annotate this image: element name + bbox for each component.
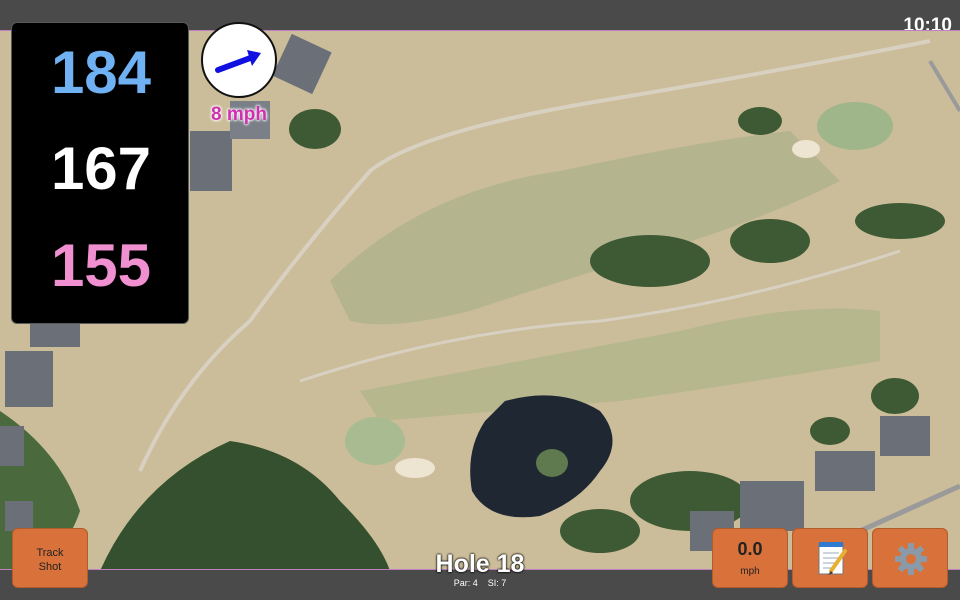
hole-stroke-index: SI: 7 xyxy=(487,578,507,588)
front-distance: 155 xyxy=(50,232,152,299)
speed-value: 0.0 xyxy=(737,539,763,559)
middle-distance: 167 xyxy=(50,135,152,202)
distance-panel: 184 167 155 xyxy=(11,22,189,324)
track-shot-label-line2: Shot xyxy=(38,561,62,573)
back-distance: 184 xyxy=(50,39,152,106)
track-shot-button[interactable]: Track Shot xyxy=(12,528,88,588)
gear-icon xyxy=(895,543,927,575)
wind-direction-indicator xyxy=(201,22,277,98)
hole-title: Hole 18 xyxy=(435,550,525,578)
wind-speed-label: 8 mph xyxy=(211,104,267,125)
notepad-icon xyxy=(818,542,847,575)
speed-unit: mph xyxy=(740,566,760,577)
notes-button[interactable] xyxy=(792,528,868,588)
hole-par: Par: 4 xyxy=(453,578,478,588)
settings-button[interactable] xyxy=(872,528,948,588)
speed-button[interactable]: 0.0 mph xyxy=(712,528,788,588)
hole-details: Par: 4 SI: 7 xyxy=(380,578,580,588)
track-shot-label-line1: Track xyxy=(36,547,64,559)
hole-info: Hole 18 Par: 4 SI: 7 xyxy=(380,550,580,588)
wind-arrow-icon xyxy=(215,50,261,73)
